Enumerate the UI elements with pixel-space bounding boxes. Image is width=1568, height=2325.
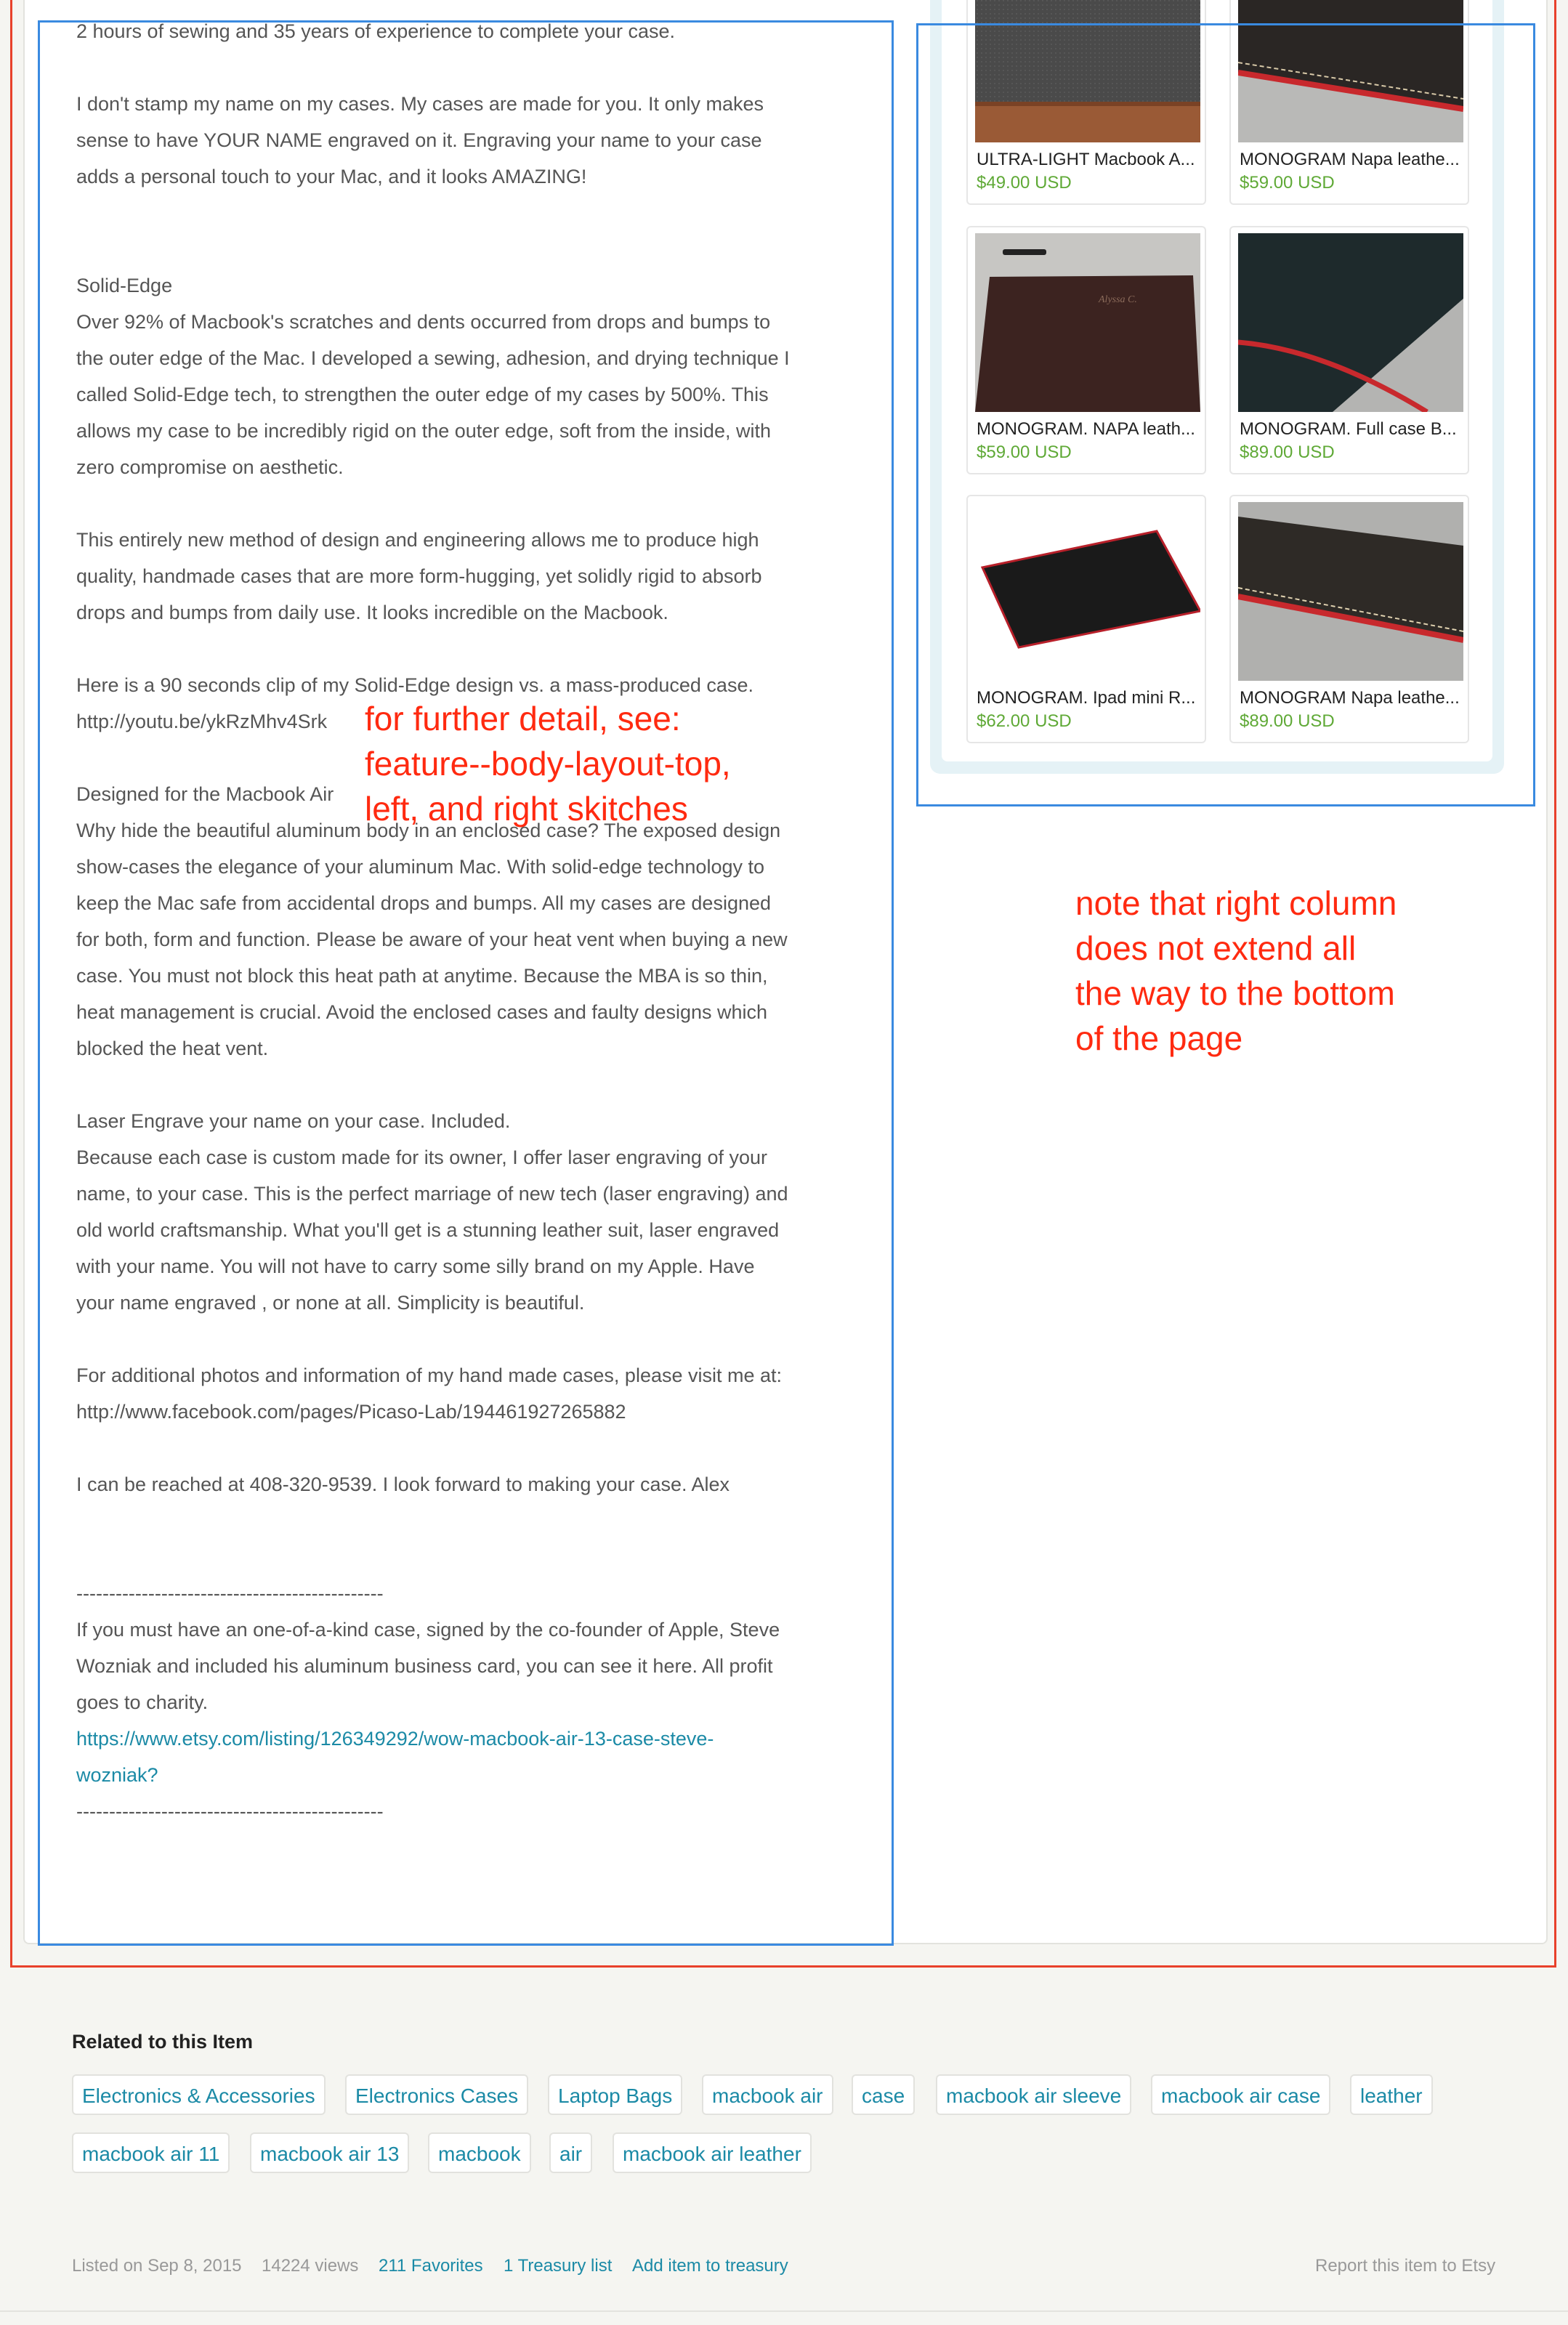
listed-date: Listed on Sep 8, 2015: [72, 2256, 242, 2276]
description-paragraph: 2 hours of sewing and 35 years of experi…: [76, 20, 675, 42]
listing-price: $89.00 USD: [1240, 711, 1335, 731]
listing-price: $59.00 USD: [1240, 173, 1335, 193]
related-tag[interactable]: Electronics Cases: [345, 2074, 529, 2115]
add-to-treasury-link[interactable]: Add item to treasury: [632, 2256, 788, 2276]
description-paragraph: For additional photos and information of…: [76, 1364, 783, 1423]
listing-thumbnail: [975, 502, 1200, 681]
related-tag[interactable]: Laptop Bags: [548, 2074, 683, 2115]
listing-thumbnail: Alyssa C.: [975, 233, 1200, 412]
item-description: 2 hours of sewing and 35 years of experi…: [76, 13, 832, 1829]
description-divider: ----------------------------------------…: [76, 1800, 384, 1822]
svg-text:Alyssa C.: Alyssa C.: [1098, 294, 1137, 305]
related-tag[interactable]: case: [852, 2074, 916, 2115]
description-paragraph: Laser Engrave your name on your case. In…: [76, 1110, 788, 1314]
listing-price: $59.00 USD: [977, 442, 1072, 462]
related-tag[interactable]: macbook air 13: [250, 2132, 410, 2173]
listing-price: $62.00 USD: [977, 711, 1072, 731]
view-count: 14224 views: [262, 2256, 359, 2276]
listing-title: MONOGRAM Napa leathe...: [1240, 150, 1460, 169]
related-tag[interactable]: macbook: [428, 2132, 531, 2173]
listing-thumbnail: [1238, 0, 1463, 142]
listing-title: ULTRA-LIGHT Macbook A...: [977, 150, 1195, 169]
listing-title: MONOGRAM. NAPA leath...: [977, 419, 1195, 439]
related-listing-card[interactable]: MONOGRAM Napa leathe... $89.00 USD: [1229, 495, 1469, 743]
listing-title: MONOGRAM Napa leathe...: [1240, 688, 1460, 708]
footer-divider: [0, 2310, 1568, 2312]
listing-title: MONOGRAM. Ipad mini R...: [977, 688, 1196, 708]
listing-thumbnail: [975, 0, 1200, 142]
listing-thumbnail: [1238, 502, 1463, 681]
wozniak-listing-link[interactable]: https://www.etsy.com/listing/126349292/w…: [76, 1728, 714, 1786]
related-heading: Related to this Item: [72, 2031, 254, 2053]
related-tag[interactable]: macbook air sleeve: [936, 2074, 1132, 2115]
related-tag[interactable]: macbook air: [702, 2074, 833, 2115]
related-listing-card[interactable]: Alyssa C. MONOGRAM. NAPA leath... $59.00…: [966, 226, 1206, 474]
related-listing-card[interactable]: MONOGRAM Napa leathe... $59.00 USD: [1229, 0, 1469, 205]
description-paragraph: If you must have an one-of-a-kind case, …: [76, 1619, 780, 1713]
listing-price: $89.00 USD: [1240, 442, 1335, 462]
description-divider: ----------------------------------------…: [76, 1582, 384, 1604]
related-listing-card[interactable]: MONOGRAM. Full case B... $89.00 USD: [1229, 226, 1469, 474]
annotation-note-left: for further detail, see: feature--body-l…: [365, 700, 731, 828]
description-paragraph: This entirely new method of design and e…: [76, 529, 762, 623]
favorites-link[interactable]: 211 Favorites: [379, 2256, 483, 2276]
annotation-note-right: note that right column does not extend a…: [1075, 884, 1397, 1057]
report-item-link[interactable]: Report this item to Etsy: [1315, 2256, 1495, 2276]
related-tag[interactable]: Electronics & Accessories: [72, 2074, 326, 2115]
related-tag[interactable]: air: [549, 2132, 593, 2173]
related-tag[interactable]: macbook air 11: [72, 2132, 230, 2173]
listing-price: $49.00 USD: [977, 173, 1072, 193]
related-listing-card[interactable]: ULTRA-LIGHT Macbook A... $49.00 USD: [966, 0, 1206, 205]
related-tag[interactable]: macbook air leather: [613, 2132, 812, 2173]
related-listing-card[interactable]: MONOGRAM. Ipad mini R... $62.00 USD: [966, 495, 1206, 743]
listing-thumbnail: [1238, 233, 1463, 412]
description-paragraph: I can be reached at 408-320-9539. I look…: [76, 1473, 730, 1495]
treasury-list-link[interactable]: 1 Treasury list: [504, 2256, 612, 2276]
related-tag[interactable]: macbook air case: [1151, 2074, 1331, 2115]
description-paragraph: Solid-Edge Over 92% of Macbook's scratch…: [76, 275, 790, 478]
listing-title: MONOGRAM. Full case B...: [1240, 419, 1457, 439]
description-paragraph: I don't stamp my name on my cases. My ca…: [76, 93, 764, 187]
related-tag[interactable]: leather: [1350, 2074, 1433, 2115]
